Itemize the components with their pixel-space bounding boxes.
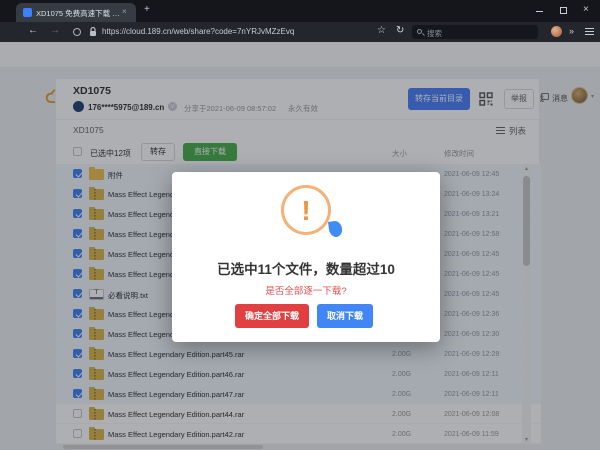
confirm-download-all-button[interactable]: 确定全部下载 xyxy=(235,304,309,328)
overflow-icon[interactable]: » xyxy=(569,26,574,36)
hamburger-menu-icon[interactable] xyxy=(585,27,594,36)
warning-icon: ! xyxy=(281,185,331,235)
lock-icon xyxy=(89,26,97,37)
back-icon[interactable]: ← xyxy=(28,25,38,36)
tab-close-icon[interactable]: × xyxy=(122,7,127,16)
search-placeholder: 搜索 xyxy=(427,28,442,39)
window-minimize-icon[interactable] xyxy=(536,11,543,12)
reload-icon[interactable]: ↻ xyxy=(396,25,404,36)
browser-tab-bar: XD1075 免费高速下载 | 天翼云盘 × + × xyxy=(0,0,600,22)
tab-title: XD1075 免费高速下载 | 天翼云盘 xyxy=(36,8,120,19)
dialog-title: 已选中11个文件，数量超过10 xyxy=(172,258,440,278)
download-warning-dialog: ! 已选中11个文件，数量超过10 是否全部逐一下载? 确定全部下载 取消下载 xyxy=(172,172,440,342)
browser-tab[interactable]: XD1075 免费高速下载 | 天翼云盘 × xyxy=(16,3,136,22)
browser-toolbar: ← → https://cloud.189.cn/web/share?code=… xyxy=(0,22,600,42)
site-favicon xyxy=(23,8,32,17)
dialog-question: 是否全部逐一下载? xyxy=(172,283,440,297)
bookmark-star-icon[interactable]: ☆ xyxy=(377,25,386,36)
browser-window: XD1075 免费高速下载 | 天翼云盘 × + × ← → https://c… xyxy=(0,0,600,450)
browser-profile-avatar[interactable] xyxy=(551,26,562,37)
water-drop-icon xyxy=(328,220,343,238)
search-input[interactable]: 搜索 xyxy=(412,25,538,39)
search-icon xyxy=(417,29,422,34)
window-maximize-icon[interactable] xyxy=(560,7,567,14)
forward-icon[interactable]: → xyxy=(50,25,60,36)
site-info-icon[interactable] xyxy=(73,28,81,36)
address-bar[interactable]: https://cloud.189.cn/web/share?code=7nYR… xyxy=(102,27,294,36)
new-tab-button[interactable]: + xyxy=(144,4,150,15)
cancel-download-button[interactable]: 取消下载 xyxy=(317,304,373,328)
window-close-icon[interactable]: × xyxy=(583,4,589,15)
